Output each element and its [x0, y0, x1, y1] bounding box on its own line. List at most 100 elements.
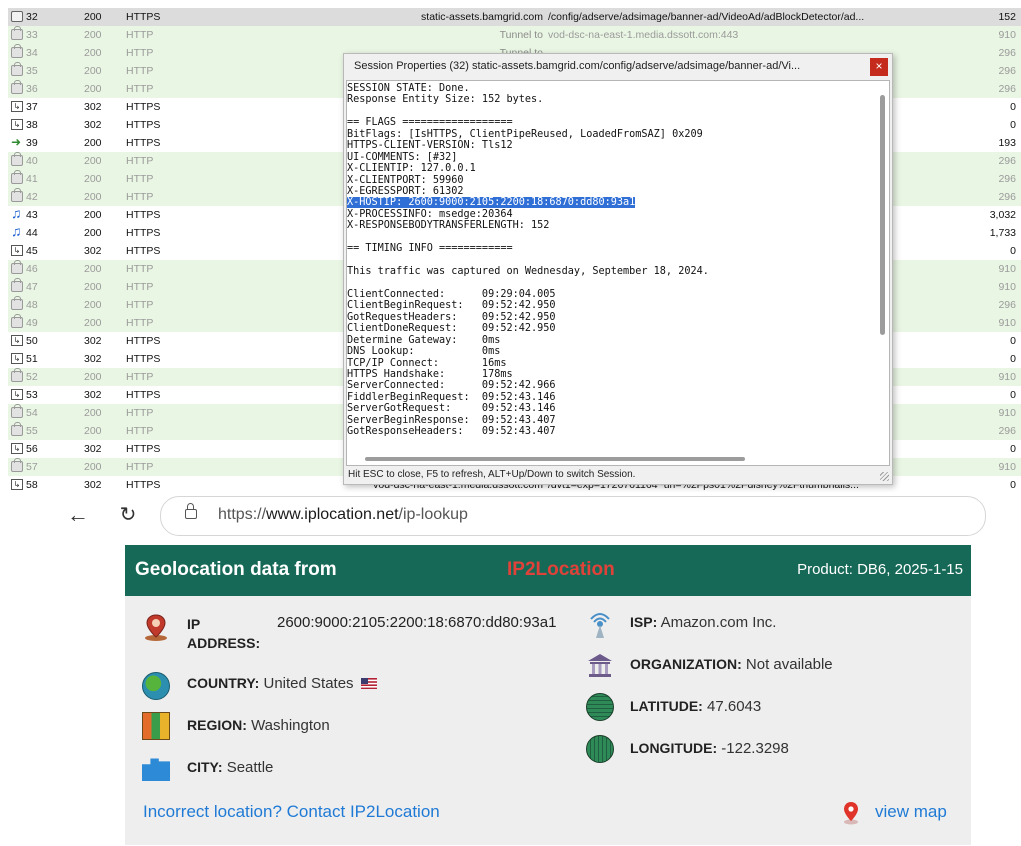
organization-label: ORGANIZATION: — [630, 656, 742, 672]
reload-icon[interactable]: ↻ — [114, 502, 142, 530]
audio-icon: ♫ — [11, 223, 22, 239]
map-pin-icon[interactable] — [841, 801, 861, 825]
session-result: 200 — [84, 425, 102, 437]
session-body-size: 1,733 — [989, 227, 1016, 239]
back-arrow-icon[interactable]: ← — [64, 502, 92, 530]
property-line: Response Entity Size: 152 bytes. — [347, 94, 544, 106]
session-result: 200 — [84, 191, 102, 203]
session-id: 57 — [26, 461, 38, 473]
redirect-icon: ↳ — [11, 353, 23, 364]
view-map-link[interactable]: view map — [875, 802, 947, 822]
latitude-label: LATITUDE: — [630, 698, 703, 714]
session-protocol: HTTPS — [126, 227, 161, 239]
session-body-size: 0 — [1010, 443, 1016, 455]
session-result: 302 — [84, 479, 102, 491]
session-protocol: HTTP — [126, 65, 154, 77]
session-body-size: 152 — [998, 11, 1016, 23]
session-result: 302 — [84, 119, 102, 131]
vertical-scrollbar[interactable] — [879, 85, 887, 451]
session-id: 47 — [26, 281, 38, 293]
session-result: 200 — [84, 65, 102, 77]
highlighted-hostip[interactable]: X-HOSTIP: 2600:9000:2105:2200:18:6870:dd… — [347, 197, 636, 209]
session-body-size: 296 — [998, 299, 1016, 311]
lock-icon[interactable] — [185, 503, 197, 519]
session-body-size: 296 — [998, 173, 1016, 185]
session-result: 200 — [84, 317, 102, 329]
session-result: 200 — [84, 83, 102, 95]
lock-icon — [11, 170, 23, 184]
url-text[interactable]: https://www.iplocation.net/ip-lookup — [218, 506, 468, 524]
session-result: 200 — [84, 263, 102, 275]
session-row[interactable]: 32 200 HTTPS static-assets.bamgrid.com/conf… — [8, 8, 1021, 26]
scroll-thumb[interactable] — [365, 457, 745, 461]
horizontal-scrollbar[interactable] — [355, 456, 875, 462]
session-url: vod-dsc-na-east-1.media.dssott.com:443 — [548, 29, 739, 41]
lock-icon — [11, 260, 23, 274]
property-line: ClientConnected: 09:29:04.005 — [347, 288, 556, 300]
resize-grip-icon[interactable] — [880, 472, 889, 481]
scroll-thumb[interactable] — [880, 95, 885, 335]
session-protocol: HTTPS — [126, 389, 161, 401]
property-line: == FLAGS ================== — [347, 117, 513, 129]
session-id: 42 — [26, 191, 38, 203]
incorrect-location-link[interactable]: Incorrect location? Contact IP2Location — [143, 802, 440, 822]
lock-icon — [11, 368, 23, 382]
lock-icon — [11, 80, 23, 94]
session-body-size: 193 — [998, 137, 1016, 149]
city-field: CITY: Seattle — [187, 759, 273, 776]
session-result: 200 — [84, 11, 102, 23]
property-line: TCP/IP Connect: 16ms — [347, 357, 507, 369]
isp-field: ISP: Amazon.com Inc. — [630, 614, 776, 631]
organization-field: ORGANIZATION: Not available — [630, 656, 833, 673]
session-id: 34 — [26, 47, 38, 59]
property-line: ServerConnected: 09:52:42.966 — [347, 380, 556, 392]
close-button[interactable]: × — [870, 58, 888, 76]
us-flag-icon — [360, 678, 377, 689]
organization-building-icon — [588, 654, 612, 677]
session-protocol: HTTP — [126, 317, 154, 329]
lock-icon — [11, 44, 23, 58]
session-id: 45 — [26, 245, 38, 257]
url-path: /ip-lookup — [398, 506, 468, 523]
session-id: 51 — [26, 353, 38, 365]
redirect-icon: ↳ — [11, 245, 23, 256]
lock-icon — [11, 422, 23, 436]
property-line: Determine Gateway: 0ms — [347, 334, 501, 346]
header-product: Product: DB6, 2025-1-15 — [797, 561, 963, 578]
session-properties-dialog[interactable]: Session Properties (32) static-assets.ba… — [343, 53, 893, 485]
session-protocol: HTTP — [126, 425, 154, 437]
session-id: 55 — [26, 425, 38, 437]
session-protocol: HTTPS — [126, 353, 161, 365]
properties-lines: SESSION STATE: Done. Response Entity Size… — [347, 83, 709, 438]
session-body-size: 910 — [998, 317, 1016, 329]
city-value: Seattle — [226, 759, 274, 776]
session-body-size: 296 — [998, 191, 1016, 203]
session-body-size: 296 — [998, 155, 1016, 167]
session-id: 49 — [26, 317, 38, 329]
session-result: 302 — [84, 245, 102, 257]
property-line: SESSION STATE: Done. — [347, 83, 470, 94]
session-protocol: HTTPS — [126, 209, 161, 221]
session-protocol: HTTP — [126, 281, 154, 293]
session-body-size: 910 — [998, 29, 1016, 41]
country-field: COUNTRY: United States — [187, 675, 377, 692]
property-line: == TIMING INFO ============ — [347, 243, 513, 255]
property-line: X-CLIENTPORT: 59960 — [347, 174, 464, 186]
session-row[interactable]: 33 200 HTTP Tunnel to vod-dsc-na-east-1.medi… — [8, 26, 1021, 44]
session-id: 36 — [26, 83, 38, 95]
session-result: 200 — [84, 461, 102, 473]
card-header: Geolocation data from IP2Location Produc… — [125, 545, 971, 596]
session-protocol: HTTP — [126, 461, 154, 473]
address-bar[interactable]: https://www.iplocation.net/ip-lookup — [160, 496, 986, 536]
session-body-size: 0 — [1010, 119, 1016, 131]
session-properties-text[interactable]: SESSION STATE: Done. Response Entity Size… — [346, 80, 890, 466]
session-id: 44 — [26, 227, 38, 239]
longitude-globe-icon — [586, 735, 614, 763]
property-line — [347, 232, 709, 243]
session-protocol: HTTP — [126, 263, 154, 275]
property-line: X-EGRESSPORT: 61302 — [347, 185, 464, 197]
session-body-size: 910 — [998, 407, 1016, 419]
property-line: HTTPS-CLIENT-VERSION: Tls12 — [347, 140, 513, 152]
session-result: 200 — [84, 407, 102, 419]
session-id: 54 — [26, 407, 38, 419]
